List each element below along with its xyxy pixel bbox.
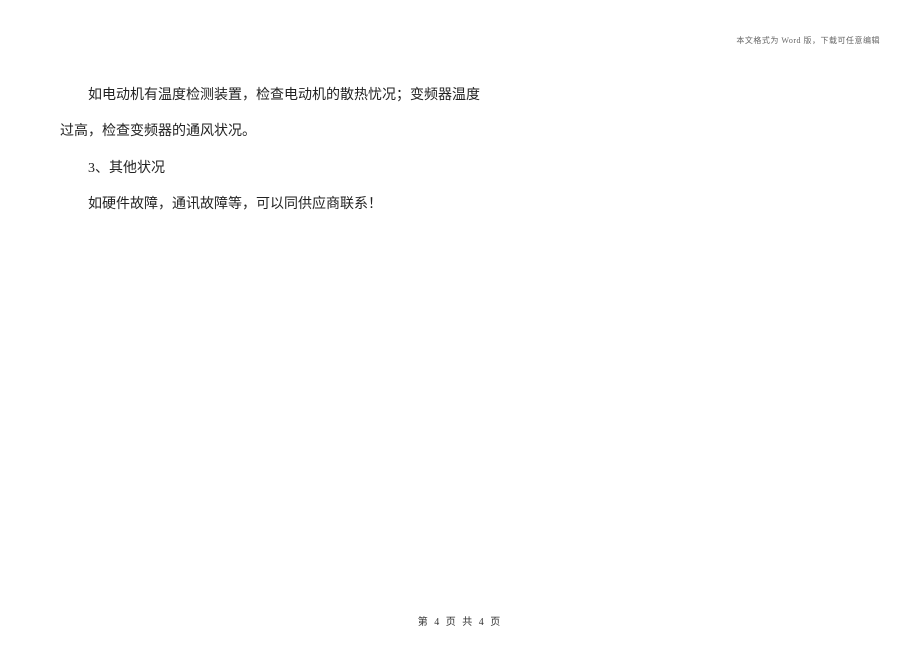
document-body: 如电动机有温度检测装置，检查电动机的散热忧况；变频器温度 过高，检查变频器的通风… [0, 0, 920, 224]
page-footer: 第 4 页 共 4 页 [0, 613, 920, 628]
header-note: 本文格式为 Word 版，下载可任意编辑 [736, 35, 880, 46]
paragraph: 如硬件故障，通讯故障等，可以同供应商联系！ [60, 187, 860, 223]
paragraph: 过高，检查变频器的通风状况。 [60, 114, 860, 150]
paragraph: 如电动机有温度检测装置，检查电动机的散热忧况；变频器温度 [60, 78, 860, 114]
section-heading: 3、其他状况 [60, 151, 860, 187]
